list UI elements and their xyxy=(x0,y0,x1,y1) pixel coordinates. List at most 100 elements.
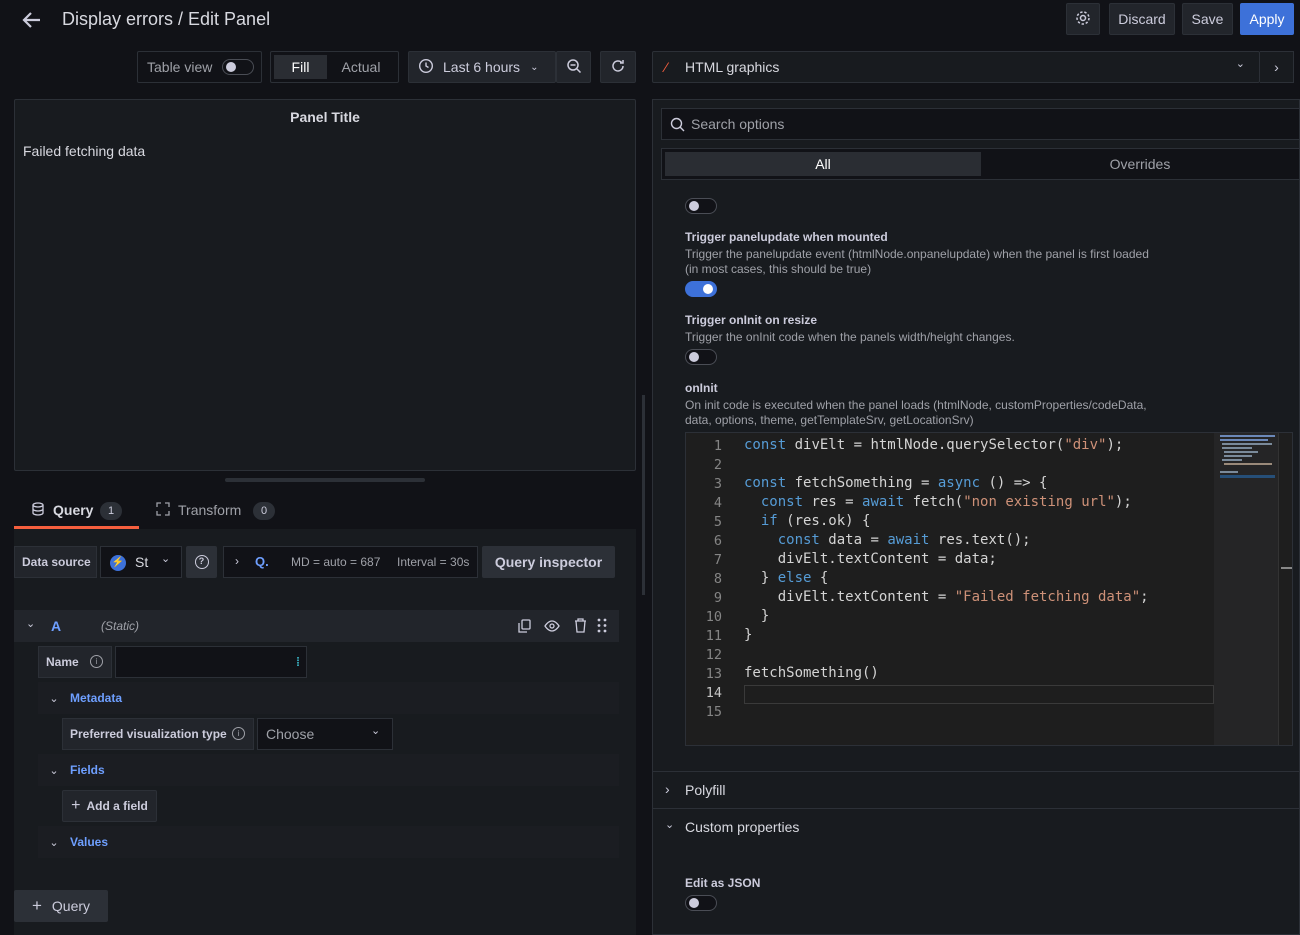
fields-section[interactable]: ⌄ Fields xyxy=(38,754,619,786)
options-tabs: All Overrides xyxy=(661,148,1300,180)
line-numbers: 1 2 3 4 5 6 7 8 9 10 11 12 13 14 15 xyxy=(686,433,736,745)
time-range-picker[interactable]: Last 6 hours ⌄ xyxy=(408,51,556,83)
apply-button[interactable]: Apply xyxy=(1240,3,1294,35)
line-number: 12 xyxy=(705,647,722,663)
visualization-picker[interactable]: ⁄ HTML graphics ⌄ xyxy=(652,51,1260,83)
refresh-button[interactable] xyxy=(600,51,636,83)
values-section[interactable]: ⌄ Values xyxy=(38,826,619,858)
panel-content: Failed fetching data xyxy=(23,143,146,159)
tab-query-label: Query xyxy=(53,502,94,518)
query-row-header[interactable]: ⌄ A (Static) xyxy=(14,610,619,642)
table-view-label: Table view xyxy=(147,59,213,75)
datasource-help-button[interactable]: ? xyxy=(186,546,217,578)
discard-button[interactable]: Discard xyxy=(1109,3,1175,35)
search-icon xyxy=(670,117,685,135)
datasource-label: Data source xyxy=(14,546,97,578)
gear-icon xyxy=(1075,10,1091,29)
panel-title[interactable]: Panel Title xyxy=(15,109,635,125)
custom-properties-section[interactable]: ⌄ Custom properties xyxy=(653,809,1300,847)
tab-query[interactable]: Query 1 xyxy=(14,497,139,529)
trigger-update-desc-1: Trigger the panelupdate event (htmlNode.… xyxy=(685,247,1149,261)
transform-icon xyxy=(156,502,170,519)
name-label-text: Name xyxy=(46,655,79,669)
polyfill-section[interactable]: › Polyfill xyxy=(653,771,1300,809)
plus-icon: + xyxy=(71,797,81,814)
clock-icon xyxy=(418,58,434,77)
transform-count-badge: 0 xyxy=(253,502,275,520)
copy-icon[interactable] xyxy=(518,619,531,636)
code-line-10: } xyxy=(744,608,770,624)
code-line-9: divElt.textContent = "Failed fetching da… xyxy=(744,589,1149,605)
code-lines: const divElt = htmlNode.querySelector("d… xyxy=(744,437,1214,737)
save-button[interactable]: Save xyxy=(1182,3,1233,35)
eye-icon[interactable] xyxy=(544,619,560,636)
oninit-code-editor[interactable]: 1 2 3 4 5 6 7 8 9 10 11 12 13 14 15 cons… xyxy=(685,432,1293,746)
panel-preview: Panel Title Failed fetching data xyxy=(14,99,636,471)
refresh-icon xyxy=(610,58,626,77)
collapse-options-button[interactable]: › xyxy=(1260,51,1294,83)
fields-label: Fields xyxy=(70,763,105,777)
search-options-input[interactable]: Search options xyxy=(661,108,1300,140)
tab-overrides[interactable]: Overrides xyxy=(984,152,1296,176)
table-view-switch[interactable] xyxy=(222,59,254,75)
line-number: 10 xyxy=(705,609,722,625)
chevron-right-icon: › xyxy=(665,781,670,797)
drag-handle-icon[interactable] xyxy=(597,618,607,636)
html-graphics-icon: ⁄ xyxy=(665,59,668,75)
interval-value: Interval = 30s xyxy=(397,555,470,569)
tab-transform[interactable]: Transform 0 xyxy=(150,497,280,529)
fill-option[interactable]: Fill xyxy=(274,55,327,79)
trigger-update-toggle[interactable] xyxy=(685,281,717,297)
chevron-down-icon: ⌄ xyxy=(371,725,381,737)
oninit-desc-1: On init code is executed when the panel … xyxy=(685,398,1147,412)
tab-transform-label: Transform xyxy=(178,502,242,518)
query-ref-id[interactable]: A xyxy=(51,618,61,634)
add-field-button[interactable]: + Add a field xyxy=(62,790,157,822)
chevron-down-icon: ⌄ xyxy=(1235,58,1245,70)
query-inspector-button[interactable]: Query inspector xyxy=(482,546,615,578)
line-number: 6 xyxy=(713,533,722,549)
code-line-4: const res = await fetch("non existing ur… xyxy=(760,494,1132,510)
add-query-button[interactable]: + Query xyxy=(14,890,108,922)
preferred-viz-label: Preferred visualization type i xyxy=(62,718,254,750)
search-placeholder: Search options xyxy=(691,116,785,132)
edit-as-json-toggle[interactable] xyxy=(685,895,717,911)
trigger-resize-title: Trigger onInit on resize xyxy=(685,313,818,327)
trigger-resize-desc: Trigger the onInit code when the panels … xyxy=(685,330,1015,344)
code-line-7: divElt.textContent = data; xyxy=(744,551,997,567)
name-input[interactable]: ⁞ xyxy=(115,646,307,678)
trigger-update-title: Trigger panelupdate when mounted xyxy=(685,230,888,244)
previous-option-toggle[interactable] xyxy=(685,198,717,214)
chevron-down-icon[interactable]: ⌄ xyxy=(26,617,35,630)
line-number: 4 xyxy=(713,495,722,511)
line-number: 13 xyxy=(705,666,722,682)
actual-option[interactable]: Actual xyxy=(331,55,391,79)
zoom-out-icon xyxy=(566,58,582,77)
polyfill-label: Polyfill xyxy=(685,782,726,798)
code-line-1: const divElt = htmlNode.querySelector("d… xyxy=(744,437,1124,453)
preferred-viz-select[interactable]: Choose ⌄ xyxy=(257,718,393,750)
chevron-down-icon: ⌄ xyxy=(530,61,539,73)
query-options-toggle[interactable]: › Q. MD = auto = 687 Interval = 30s xyxy=(223,546,478,578)
page-title: Display errors / Edit Panel xyxy=(62,9,271,29)
back-arrow-icon[interactable] xyxy=(20,8,44,32)
trigger-resize-toggle[interactable] xyxy=(685,349,717,365)
settings-button[interactable] xyxy=(1066,3,1100,35)
table-view-toggle[interactable]: Table view xyxy=(137,51,262,83)
tab-all[interactable]: All xyxy=(665,152,981,176)
code-scrollbar[interactable] xyxy=(1278,433,1292,745)
line-number: 14 xyxy=(705,685,722,701)
static-datasource-icon: ⚡ xyxy=(110,555,126,571)
custom-properties-label: Custom properties xyxy=(685,819,800,835)
datasource-select[interactable]: ⚡ St ⌄ xyxy=(100,546,182,578)
splitter-handle[interactable] xyxy=(225,478,425,482)
trash-icon[interactable] xyxy=(574,618,587,636)
chevron-down-icon: ⌄ xyxy=(49,692,59,705)
line-number: 2 xyxy=(713,457,722,473)
vertical-splitter[interactable] xyxy=(642,395,645,595)
password-manager-icon[interactable]: ⁞ xyxy=(296,655,300,669)
line-number: 15 xyxy=(705,704,722,720)
metadata-section[interactable]: ⌄ Metadata xyxy=(38,682,619,714)
time-range-label: Last 6 hours xyxy=(443,59,521,75)
zoom-out-button[interactable] xyxy=(556,51,591,83)
